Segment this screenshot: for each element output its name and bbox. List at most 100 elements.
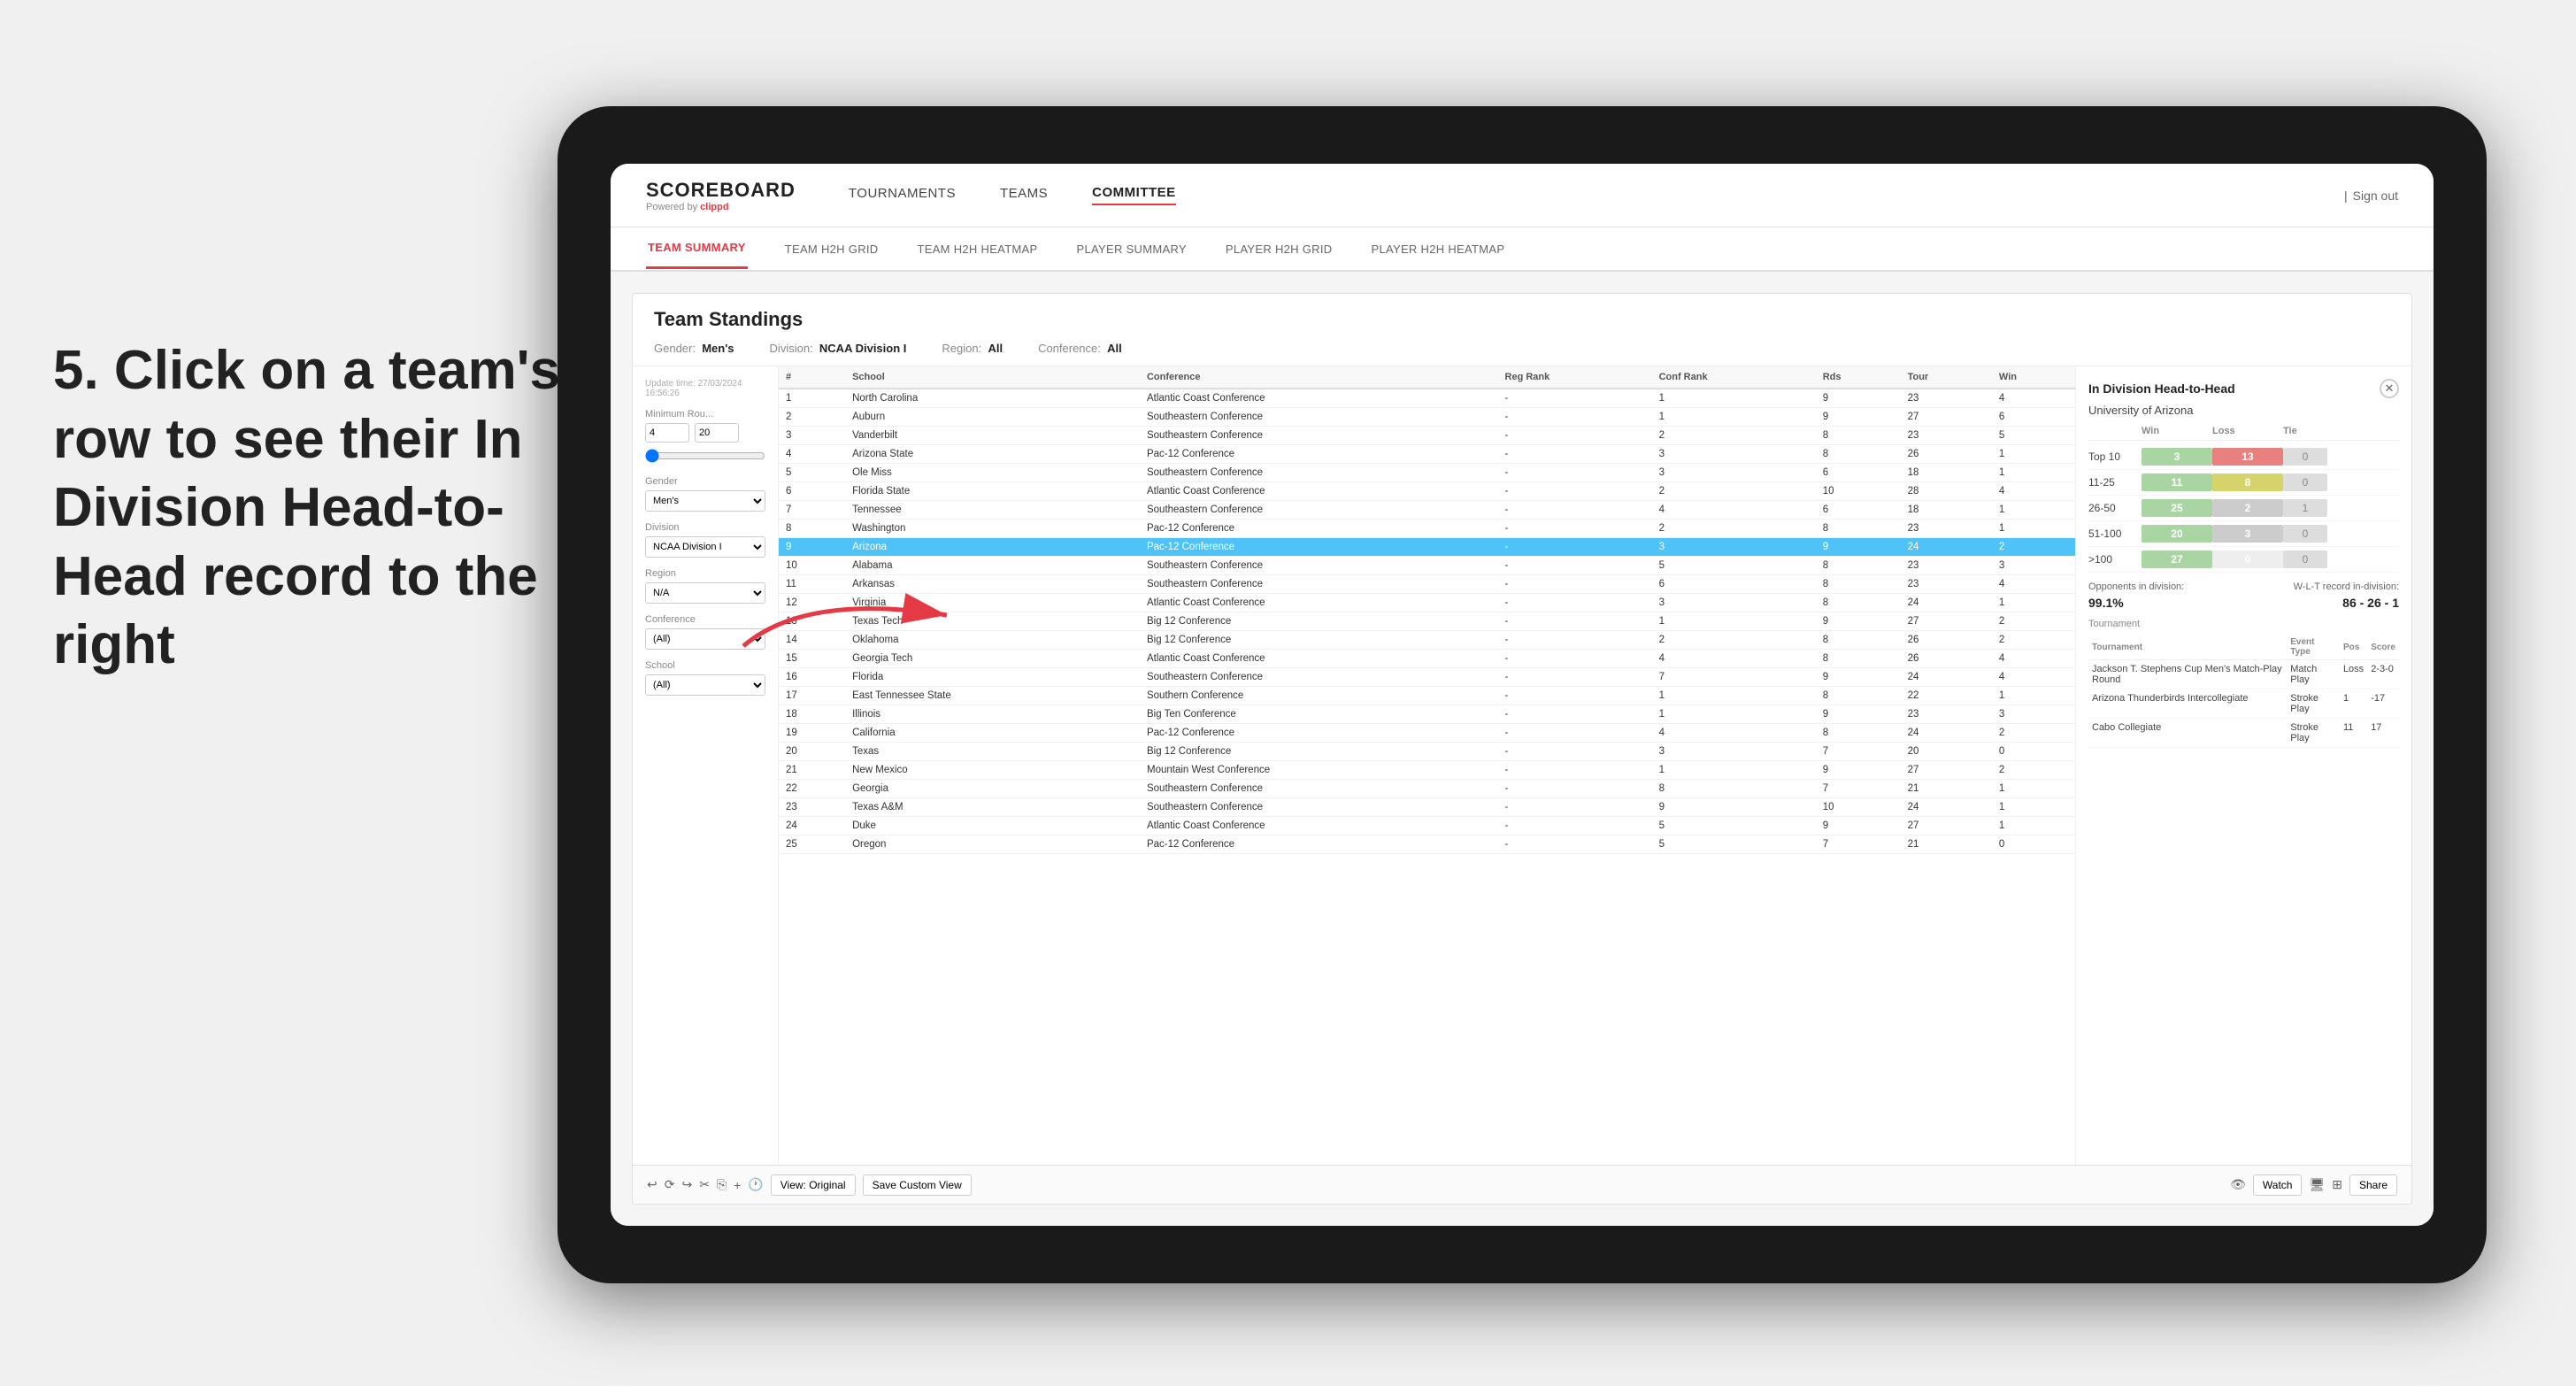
nav-teams[interactable]: TEAMS bbox=[1000, 186, 1048, 204]
cell-tour: 23 bbox=[1901, 427, 1992, 445]
add-icon[interactable]: + bbox=[734, 1178, 741, 1192]
cell-conf-rank: 1 bbox=[1652, 612, 1816, 631]
tournament-row[interactable]: Jackson T. Stephens Cup Men's Match-Play… bbox=[2088, 660, 2399, 689]
cell-tour: 24 bbox=[1901, 798, 1992, 817]
cell-conf-rank: 6 bbox=[1652, 575, 1816, 594]
subnav-player-h2h-grid[interactable]: PLAYER H2H GRID bbox=[1224, 230, 1334, 268]
cell-tour: 24 bbox=[1901, 594, 1992, 612]
table-row[interactable]: 5 Ole Miss Southeastern Conference - 3 6… bbox=[779, 464, 2075, 482]
subnav-team-summary[interactable]: TEAM SUMMARY bbox=[646, 228, 748, 269]
cell-tour: 24 bbox=[1901, 538, 1992, 557]
copy-icon[interactable]: ⎘ bbox=[717, 1177, 727, 1192]
cell-rds: 10 bbox=[1816, 482, 1901, 501]
subnav-player-summary[interactable]: PLAYER SUMMARY bbox=[1075, 230, 1188, 268]
table-row[interactable]: 25 Oregon Pac-12 Conference - 5 7 21 0 bbox=[779, 835, 2075, 854]
table-row[interactable]: 21 New Mexico Mountain West Conference -… bbox=[779, 761, 2075, 780]
cell-reg-rank: - bbox=[1498, 501, 1652, 520]
cell-school: Florida bbox=[845, 668, 1140, 687]
cell-conference: Atlantic Coast Conference bbox=[1140, 482, 1498, 501]
grid-icon[interactable]: ⊞ bbox=[2332, 1177, 2342, 1192]
table-row[interactable]: 9 Arizona Pac-12 Conference - 3 9 24 2 bbox=[779, 538, 2075, 557]
sign-out-button[interactable]: | Sign out bbox=[2344, 189, 2398, 203]
table-row[interactable]: 16 Florida Southeastern Conference - 7 9… bbox=[779, 668, 2075, 687]
cell-reg-rank: - bbox=[1498, 687, 1652, 705]
table-row[interactable]: 13 Texas Tech Big 12 Conference - 1 9 27… bbox=[779, 612, 2075, 631]
table-row[interactable]: 4 Arizona State Pac-12 Conference - 3 8 … bbox=[779, 445, 2075, 464]
cell-tour: 23 bbox=[1901, 557, 1992, 575]
meta-division: Division: NCAA Division I bbox=[770, 342, 907, 355]
h2h-close-button[interactable]: ✕ bbox=[2380, 379, 2399, 398]
monitor-icon[interactable]: 🖥 bbox=[2309, 1177, 2325, 1192]
save-custom-view-button[interactable]: Save Custom View bbox=[863, 1174, 972, 1196]
sign-out-label[interactable]: Sign out bbox=[2353, 189, 2398, 203]
table-row[interactable]: 7 Tennessee Southeastern Conference - 4 … bbox=[779, 501, 2075, 520]
subnav-team-h2h-grid[interactable]: TEAM H2H GRID bbox=[783, 230, 880, 268]
cell-rank: 23 bbox=[779, 798, 845, 817]
cell-rds: 9 bbox=[1816, 705, 1901, 724]
tournament-row[interactable]: Cabo Collegiate Stroke Play 11 17 bbox=[2088, 719, 2399, 748]
panel-title: Team Standings bbox=[654, 308, 2390, 331]
table-row[interactable]: 20 Texas Big 12 Conference - 3 7 20 0 bbox=[779, 743, 2075, 761]
table-row[interactable]: 23 Texas A&M Southeastern Conference - 9… bbox=[779, 798, 2075, 817]
cell-tour: 22 bbox=[1901, 687, 1992, 705]
eye-icon[interactable]: 👁 bbox=[2230, 1177, 2246, 1192]
filter-conference-group: Conference (All) bbox=[645, 614, 765, 650]
table-row[interactable]: 8 Washington Pac-12 Conference - 2 8 23 … bbox=[779, 520, 2075, 538]
cell-tour: 28 bbox=[1901, 482, 1992, 501]
table-row[interactable]: 1 North Carolina Atlantic Coast Conferen… bbox=[779, 389, 2075, 408]
cell-conf-rank: 3 bbox=[1652, 464, 1816, 482]
table-row[interactable]: 11 Arkansas Southeastern Conference - 6 … bbox=[779, 575, 2075, 594]
filter-conference-select[interactable]: (All) bbox=[645, 628, 765, 650]
h2h-title: In Division Head-to-Head bbox=[2088, 381, 2235, 396]
filter-max-input[interactable] bbox=[695, 423, 739, 443]
nav-tournaments[interactable]: TOURNAMENTS bbox=[849, 186, 956, 204]
filter-rou-slider[interactable] bbox=[645, 449, 765, 463]
filter-min-rou-label: Minimum Rou... bbox=[645, 409, 765, 420]
cell-reg-rank: - bbox=[1498, 650, 1652, 668]
cell-school: New Mexico bbox=[845, 761, 1140, 780]
tournament-row[interactable]: Arizona Thunderbirds Intercollegiate Str… bbox=[2088, 689, 2399, 719]
cell-rds: 8 bbox=[1816, 631, 1901, 650]
nav-committee[interactable]: COMMITTEE bbox=[1092, 185, 1176, 205]
clock-icon[interactable]: 🕐 bbox=[748, 1177, 763, 1192]
t-score: -17 bbox=[2367, 689, 2399, 719]
redo-step-icon[interactable]: ⟳ bbox=[665, 1177, 675, 1192]
t-result: Loss bbox=[2340, 660, 2367, 689]
h2h-grid-header: Win Loss Tie bbox=[2088, 426, 2399, 441]
table-row[interactable]: 24 Duke Atlantic Coast Conference - 5 9 … bbox=[779, 817, 2075, 835]
watch-button[interactable]: Watch bbox=[2253, 1174, 2303, 1196]
table-row[interactable]: 10 Alabama Southeastern Conference - 5 8… bbox=[779, 557, 2075, 575]
filter-region-select[interactable]: N/A bbox=[645, 582, 765, 604]
undo-icon[interactable]: ↩ bbox=[647, 1177, 657, 1192]
cell-win: 3 bbox=[1992, 705, 2075, 724]
cell-conf-rank: 7 bbox=[1652, 668, 1816, 687]
h2h-col-win: Win bbox=[2142, 426, 2212, 436]
cell-conf-rank: 1 bbox=[1652, 705, 1816, 724]
forward-icon[interactable]: ↪ bbox=[681, 1177, 692, 1192]
table-row[interactable]: 19 California Pac-12 Conference - 4 8 24… bbox=[779, 724, 2075, 743]
share-button[interactable]: Share bbox=[2349, 1174, 2397, 1196]
table-row[interactable]: 12 Virginia Atlantic Coast Conference - … bbox=[779, 594, 2075, 612]
table-row[interactable]: 2 Auburn Southeastern Conference - 1 9 2… bbox=[779, 408, 2075, 427]
cell-reg-rank: - bbox=[1498, 482, 1652, 501]
filter-school-select[interactable]: (All) bbox=[645, 674, 765, 696]
view-original-button[interactable]: View: Original bbox=[771, 1174, 856, 1196]
cell-rank: 15 bbox=[779, 650, 845, 668]
table-row[interactable]: 18 Illinois Big Ten Conference - 1 9 23 … bbox=[779, 705, 2075, 724]
table-row[interactable]: 22 Georgia Southeastern Conference - 8 7… bbox=[779, 780, 2075, 798]
filter-gender-select[interactable]: Men's bbox=[645, 490, 765, 512]
table-row[interactable]: 17 East Tennessee State Southern Confere… bbox=[779, 687, 2075, 705]
cell-rds: 8 bbox=[1816, 575, 1901, 594]
scissors-icon[interactable]: ✂ bbox=[699, 1177, 710, 1192]
filter-min-input[interactable] bbox=[645, 423, 689, 443]
table-row[interactable]: 3 Vanderbilt Southeastern Conference - 2… bbox=[779, 427, 2075, 445]
filter-division-select[interactable]: NCAA Division I bbox=[645, 536, 765, 558]
cell-conf-rank: 3 bbox=[1652, 594, 1816, 612]
table-row[interactable]: 6 Florida State Atlantic Coast Conferenc… bbox=[779, 482, 2075, 501]
cell-conf-rank: 4 bbox=[1652, 501, 1816, 520]
table-row[interactable]: 15 Georgia Tech Atlantic Coast Conferenc… bbox=[779, 650, 2075, 668]
subnav-player-h2h-heatmap[interactable]: PLAYER H2H HEATMAP bbox=[1369, 230, 1506, 268]
cell-reg-rank: - bbox=[1498, 389, 1652, 408]
subnav-team-h2h-heatmap[interactable]: TEAM H2H HEATMAP bbox=[915, 230, 1039, 268]
table-row[interactable]: 14 Oklahoma Big 12 Conference - 2 8 26 2 bbox=[779, 631, 2075, 650]
